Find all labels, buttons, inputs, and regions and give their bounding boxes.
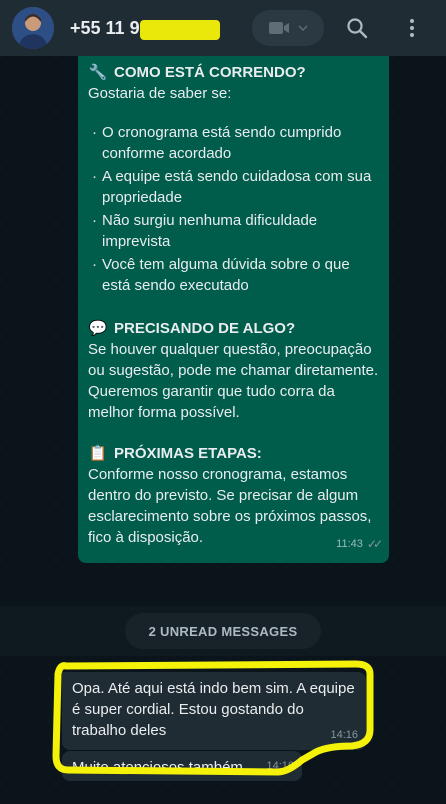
bullet-list: · O cronograma está sendo cumprido confor… — [88, 122, 379, 296]
message-time: 11:43 — [336, 538, 363, 550]
message-time: 14:16 — [266, 760, 294, 772]
clipboard-icon: 📋 — [88, 445, 108, 462]
chat-messages[interactable]: 🔧 COMO ESTÁ CORRENDO? Gostaria de saber … — [0, 56, 446, 804]
unread-messages-badge: 2 UNREAD MESSAGES — [125, 613, 321, 649]
chat-header: +55 11 9 — [0, 0, 446, 56]
speech-bubble-icon: 💬 — [88, 320, 108, 337]
section1-intro: Gostaria de saber se: — [88, 85, 232, 102]
section3-title-text: PRÓXIMAS ETAPAS: — [114, 445, 262, 462]
list-item: · O cronograma está sendo cumprido confor… — [92, 124, 342, 162]
message-text: Muito atenciosos também — [72, 759, 243, 776]
section-title-progress: 🔧 COMO ESTÁ CORRENDO? — [88, 62, 379, 83]
list-item: · A equipe está sendo cuidadosa com sua p… — [92, 168, 372, 206]
avatar-photo — [12, 7, 54, 49]
list-item: · Você tem alguma dúvida sobre o que está… — [92, 256, 350, 294]
kebab-menu-icon — [410, 19, 414, 37]
contact-name[interactable]: +55 11 9 — [70, 17, 220, 40]
section-title-next-steps: 📋 PRÓXIMAS ETAPAS: — [88, 443, 379, 464]
incoming-message[interactable]: Muito atenciosos também 14:16 — [62, 751, 302, 781]
video-call-button[interactable] — [252, 10, 324, 46]
wrench-icon: 🔧 — [88, 64, 108, 81]
section2-title-text: PRECISANDO DE ALGO? — [114, 320, 296, 337]
contact-name-text: +55 11 9 — [70, 17, 140, 38]
contact-avatar[interactable] — [12, 7, 54, 49]
incoming-message[interactable]: Opa. Até aqui está indo bem sim. A equip… — [62, 672, 366, 750]
video-camera-icon — [269, 22, 289, 34]
menu-button[interactable] — [398, 14, 426, 42]
redaction-highlight — [140, 19, 220, 40]
outgoing-message[interactable]: 🔧 COMO ESTÁ CORRENDO? Gostaria de saber … — [78, 56, 389, 563]
message-time: 14:16 — [330, 729, 358, 741]
section1-title-text: COMO ESTÁ CORRENDO? — [114, 64, 306, 81]
message-text: Opa. Até aqui está indo bem sim. A equip… — [72, 680, 355, 739]
section-title-help: 💬 PRECISANDO DE ALGO? — [88, 318, 379, 339]
list-item: · Não surgiu nenhuma dificuldade imprevis… — [92, 212, 318, 250]
chevron-down-icon — [298, 25, 308, 32]
search-icon — [347, 18, 368, 39]
section2-text: Se houver qualquer questão, preocupação … — [88, 341, 379, 421]
double-check-icon: ✓✓ — [366, 537, 383, 551]
search-button[interactable] — [343, 14, 371, 42]
